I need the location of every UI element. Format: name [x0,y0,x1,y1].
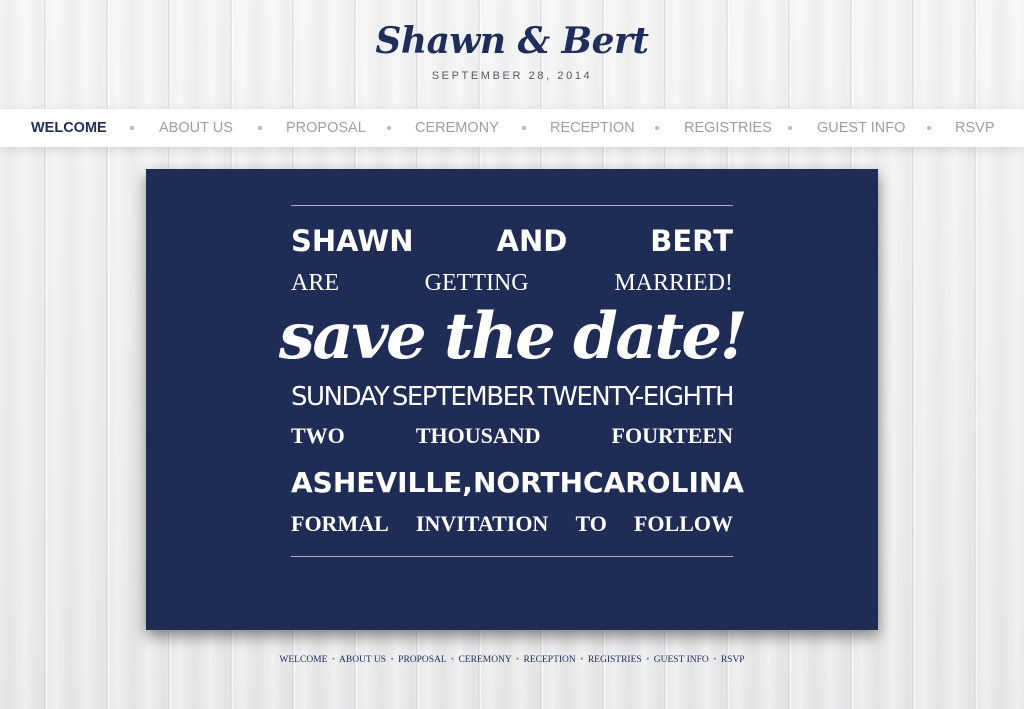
word: TWENTY-EIGHTH [537,382,735,412]
footer-separator: • [646,655,650,665]
day-line: SUNDAY SEPTEMBER TWENTY-EIGHTH [291,377,735,417]
word: NORTH [472,466,584,499]
word: ASHEVILLE, [291,466,473,499]
year-line: TWO THOUSAND FOURTEEN [291,420,733,452]
couple-names-line: SHAWN AND BERT [291,221,733,261]
footer-nav: WELCOME • ABOUT US • PROPOSAL • CEREMONY… [0,655,1024,665]
word: FOLLOW [633,511,733,536]
nav-separator [927,126,931,130]
nav-separator [258,126,262,130]
footer-link-about-us[interactable]: ABOUT US [339,655,386,665]
nav-item-proposal[interactable]: PROPOSAL [286,109,366,147]
footer-separator: • [713,655,717,665]
word: INVITATION [415,511,549,536]
invitation-note-line: FORMAL INVITATION TO FOLLOW [291,508,733,540]
nav-item-rsvp[interactable]: RSVP [955,109,995,147]
footer-separator: • [331,655,336,665]
word: SUNDAY [291,382,390,412]
save-the-date-heading: save the date! [279,297,748,377]
footer-link-rsvp[interactable]: RSVP [721,655,745,665]
word: SHAWN [291,224,414,258]
footer-link-guest-info[interactable]: GUEST INFO [654,655,709,665]
wedding-date: SEPTEMBER 28, 2014 [431,70,593,82]
footer-separator: • [580,655,584,665]
word: THOUSAND [415,423,541,448]
main-nav: WELCOME ABOUT US PROPOSAL CEREMONY RECEP… [0,109,1024,147]
site-header: Shawn & Bert SEPTEMBER 28, 2014 [0,0,1024,108]
footer-separator: • [515,655,520,665]
footer-separator: • [390,655,394,665]
word: GETTING [424,270,529,296]
nav-item-ceremony[interactable]: CEREMONY [415,109,499,147]
nav-separator [655,126,659,130]
nav-separator [387,126,391,130]
heading-text: save the date! [278,299,748,374]
nav-item-welcome[interactable]: WELCOME [31,109,107,147]
nav-item-registries[interactable]: REGISTRIES [684,109,772,147]
nav-separator [130,126,134,130]
word: AND [496,224,568,258]
word: FORMAL [291,511,389,536]
nav-item-guest-info[interactable]: GUEST INFO [817,109,905,147]
word: TO [575,511,607,536]
footer-separator: • [450,655,455,665]
nav-separator [788,126,792,130]
save-the-date-card: SHAWN AND BERT ARE GETTING MARRIED! save… [146,169,878,630]
footer-link-reception[interactable]: RECEPTION [524,655,576,665]
footer-link-ceremony[interactable]: CEREMONY [458,655,511,665]
nav-separator [522,126,526,130]
word: SEPTEMBER [391,382,536,412]
nav-item-about-us[interactable]: ABOUT US [159,109,233,147]
word: CAROLINA [583,466,744,499]
footer-link-proposal[interactable]: PROPOSAL [398,655,446,665]
bottom-rule [291,556,733,557]
word: TWO [291,423,345,448]
word: MARRIED! [614,270,733,296]
word: FOURTEEN [611,423,733,448]
getting-married-line: ARE GETTING MARRIED! [291,266,733,300]
word: BERT [650,224,733,258]
location-line: ASHEVILLE, NORTH CAROLINA [291,463,744,503]
nav-item-reception[interactable]: RECEPTION [550,109,635,147]
footer-link-welcome[interactable]: WELCOME [279,655,327,665]
footer-link-registries[interactable]: REGISTRIES [588,655,642,665]
site-logo[interactable]: Shawn & Bert [0,20,1024,62]
top-rule [291,205,733,206]
word: ARE [291,270,339,296]
